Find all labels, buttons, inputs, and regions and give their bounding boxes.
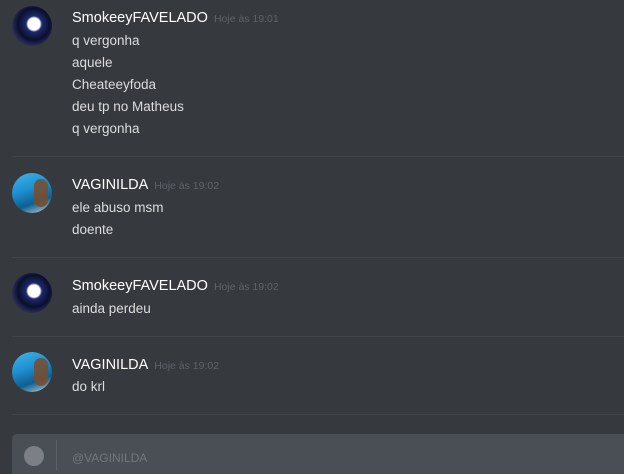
timestamp: Hoje às 19:02 [154,360,220,372]
message-divider [12,336,624,337]
upload-plus-icon[interactable] [24,446,44,466]
message-line: q vergonha [72,33,140,48]
username[interactable]: VAGINILDA [72,357,148,373]
message-line: do krl [72,379,106,394]
message-header: VAGINILDA Hoje às 19:02 [72,176,219,196]
message-header: SmokeeyFAVELADO Hoje às 19:01 [72,9,279,29]
message-composer [12,434,624,474]
avatar[interactable] [12,173,52,213]
message-line: Cheateeyfoda [72,77,157,92]
timestamp: Hoje às 19:02 [213,281,279,293]
message-header: SmokeeyFAVELADO Hoje às 19:02 [72,277,279,297]
message-line: ainda perdeu [72,301,151,316]
username[interactable]: VAGINILDA [72,177,148,193]
message-input[interactable] [70,447,474,469]
timestamp: Hoje às 19:01 [213,13,279,25]
message-line: q vergonha [72,121,140,136]
message-divider [12,156,624,157]
message-divider [12,257,624,258]
message-header: VAGINILDA Hoje às 19:02 [72,356,219,376]
message-line: doente [72,222,114,237]
username[interactable]: SmokeeyFAVELADO [72,10,208,26]
composer-divider [56,440,57,470]
message-line: aquele [72,55,113,70]
timestamp: Hoje às 19:02 [154,180,220,192]
username[interactable]: SmokeeyFAVELADO [72,278,208,294]
avatar[interactable] [12,6,52,46]
avatar[interactable] [12,273,52,313]
message-line: deu tp no Matheus [72,99,184,114]
message-line: ele abuso msm [72,200,164,215]
avatar[interactable] [12,352,52,392]
message-divider [12,414,624,415]
